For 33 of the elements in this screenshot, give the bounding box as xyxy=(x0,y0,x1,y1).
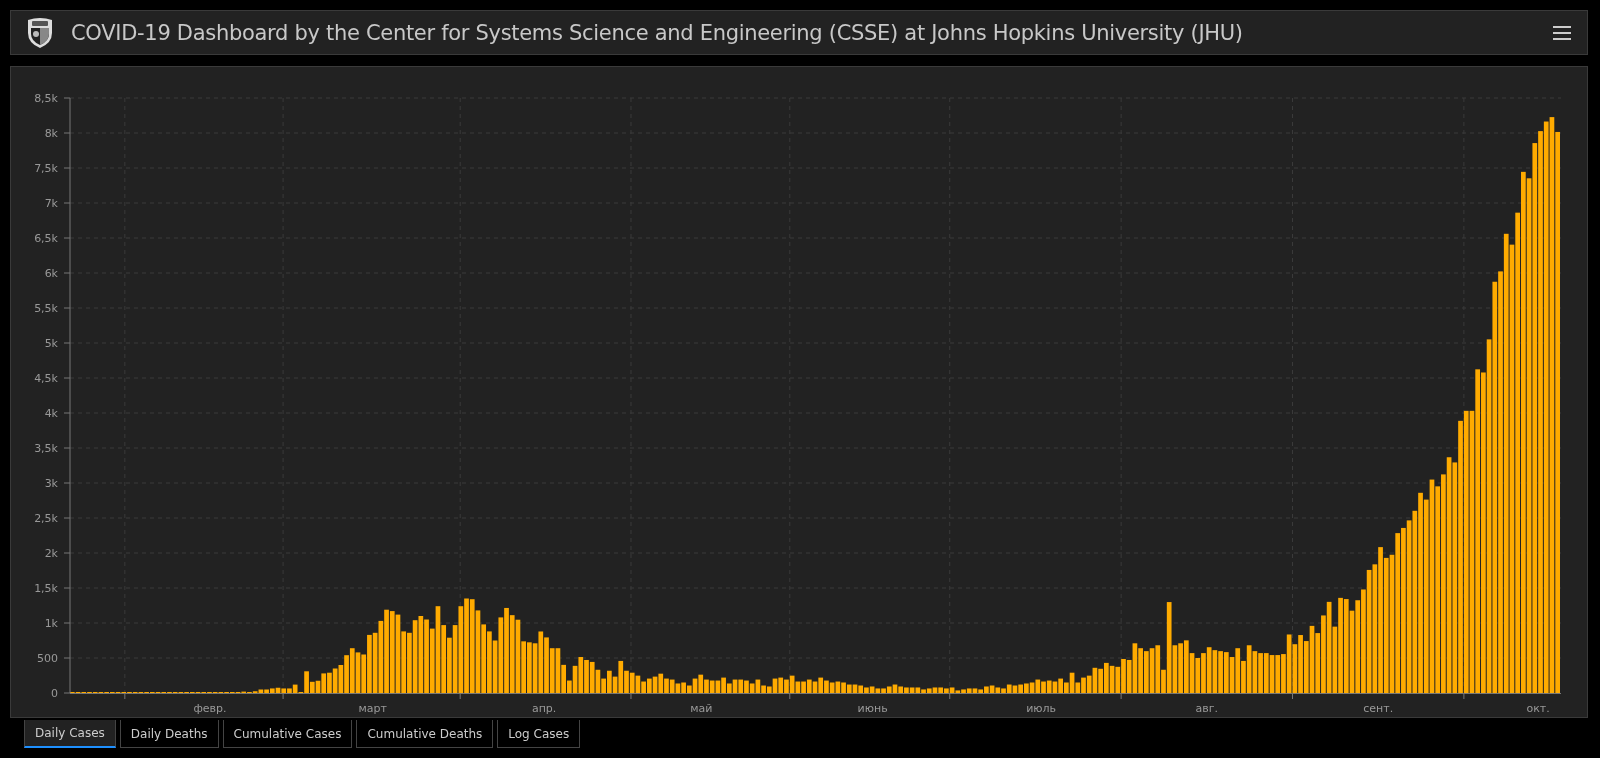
axis-label: авг. xyxy=(1195,702,1219,715)
axis-label: 2,5k xyxy=(34,512,58,525)
chart-tab[interactable]: Cumulative Deaths xyxy=(356,720,494,748)
axis-label: 5k xyxy=(44,337,58,350)
axis-label: 4k xyxy=(44,407,58,420)
axis-label: июнь xyxy=(857,702,888,715)
axis-label: 3,5k xyxy=(34,442,58,455)
axis-label: 7k xyxy=(44,197,58,210)
axis-label: 1k xyxy=(44,617,58,630)
axis-label: февр. xyxy=(193,702,227,715)
axis-label: 7,5k xyxy=(34,162,58,175)
axis-label: 5,5k xyxy=(34,302,58,315)
axis-label: 500 xyxy=(37,652,58,665)
chart-tab[interactable]: Cumulative Cases xyxy=(222,720,353,748)
axis-label: 4,5k xyxy=(34,372,58,385)
axis-label: апр. xyxy=(531,702,557,715)
axis-label: окт. xyxy=(1526,702,1550,715)
axis-label: 3k xyxy=(44,477,58,490)
axis-label: 2k xyxy=(44,547,58,560)
axis-label: 8k xyxy=(44,127,58,140)
axis-label: 6,5k xyxy=(34,232,58,245)
axis-label: сент. xyxy=(1363,702,1394,715)
chart-tab[interactable]: Log Cases xyxy=(497,720,581,748)
axis-label: 1,5k xyxy=(34,582,58,595)
axis-label: июль xyxy=(1026,702,1057,715)
dashboard-title: COVID-19 Dashboard by the Center for Systems Science and Engineering (CSSE) at Johns Hopkins University (JHU) xyxy=(71,20,1244,45)
axis-label: 0 xyxy=(51,687,58,700)
axis-label: 6k xyxy=(44,267,58,280)
chart-tab[interactable]: Daily Cases xyxy=(24,720,116,748)
chart-tab[interactable]: Daily Deaths xyxy=(119,720,219,748)
axis-label: 8,5k xyxy=(34,92,58,105)
axis-label: март xyxy=(358,702,387,715)
axis-label: май xyxy=(690,702,713,715)
